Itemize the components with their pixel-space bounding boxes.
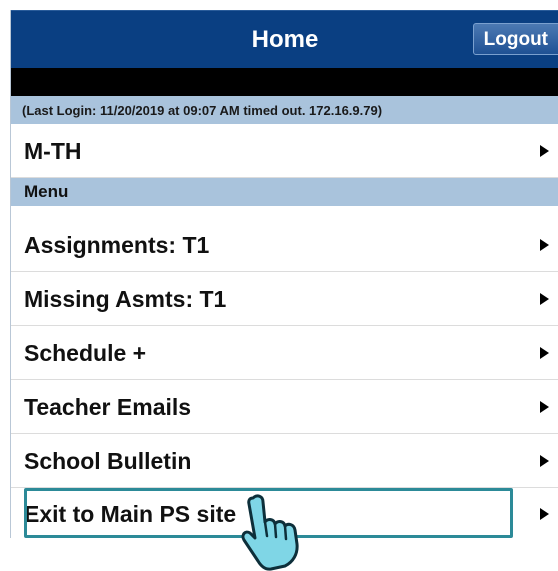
chevron-right-icon (540, 455, 549, 467)
header-divider-bar (11, 68, 558, 96)
last-login-banner: (Last Login: 11/20/2019 at 09:07 AM time… (11, 96, 558, 124)
menu-item-assignments[interactable]: Assignments: T1 (11, 218, 558, 272)
chevron-right-icon (540, 347, 549, 359)
menu-item-label: Exit to Main PS site (24, 501, 237, 527)
term-row-label: M-TH (24, 138, 82, 164)
menu-section-header: Menu (11, 178, 558, 206)
menu-item-teacher-emails[interactable]: Teacher Emails (11, 380, 558, 434)
header-bar: Home Logout (11, 10, 558, 69)
menu-item-label: Teacher Emails (24, 394, 192, 420)
menu-item-label: Assignments: T1 (24, 232, 210, 258)
term-row-m-th[interactable]: M-TH (11, 124, 558, 178)
chevron-right-icon (540, 401, 549, 413)
menu-item-label: Schedule + (24, 340, 147, 366)
hand-pointer-icon (241, 494, 299, 571)
chevron-right-icon (540, 145, 549, 157)
chevron-right-icon (540, 239, 549, 251)
chevron-right-icon (540, 508, 549, 520)
app-window: Home Logout (Last Login: 11/20/2019 at 0… (10, 10, 558, 538)
menu-item-schedule[interactable]: Schedule + (11, 326, 558, 380)
menu-item-label: Missing Asmts: T1 (24, 286, 227, 312)
menu-item-missing-asmts[interactable]: Missing Asmts: T1 (11, 272, 558, 326)
logout-button[interactable]: Logout (472, 23, 558, 55)
menu-item-label: School Bulletin (24, 448, 192, 474)
menu-item-school-bulletin[interactable]: School Bulletin (11, 434, 558, 488)
chevron-right-icon (540, 293, 549, 305)
